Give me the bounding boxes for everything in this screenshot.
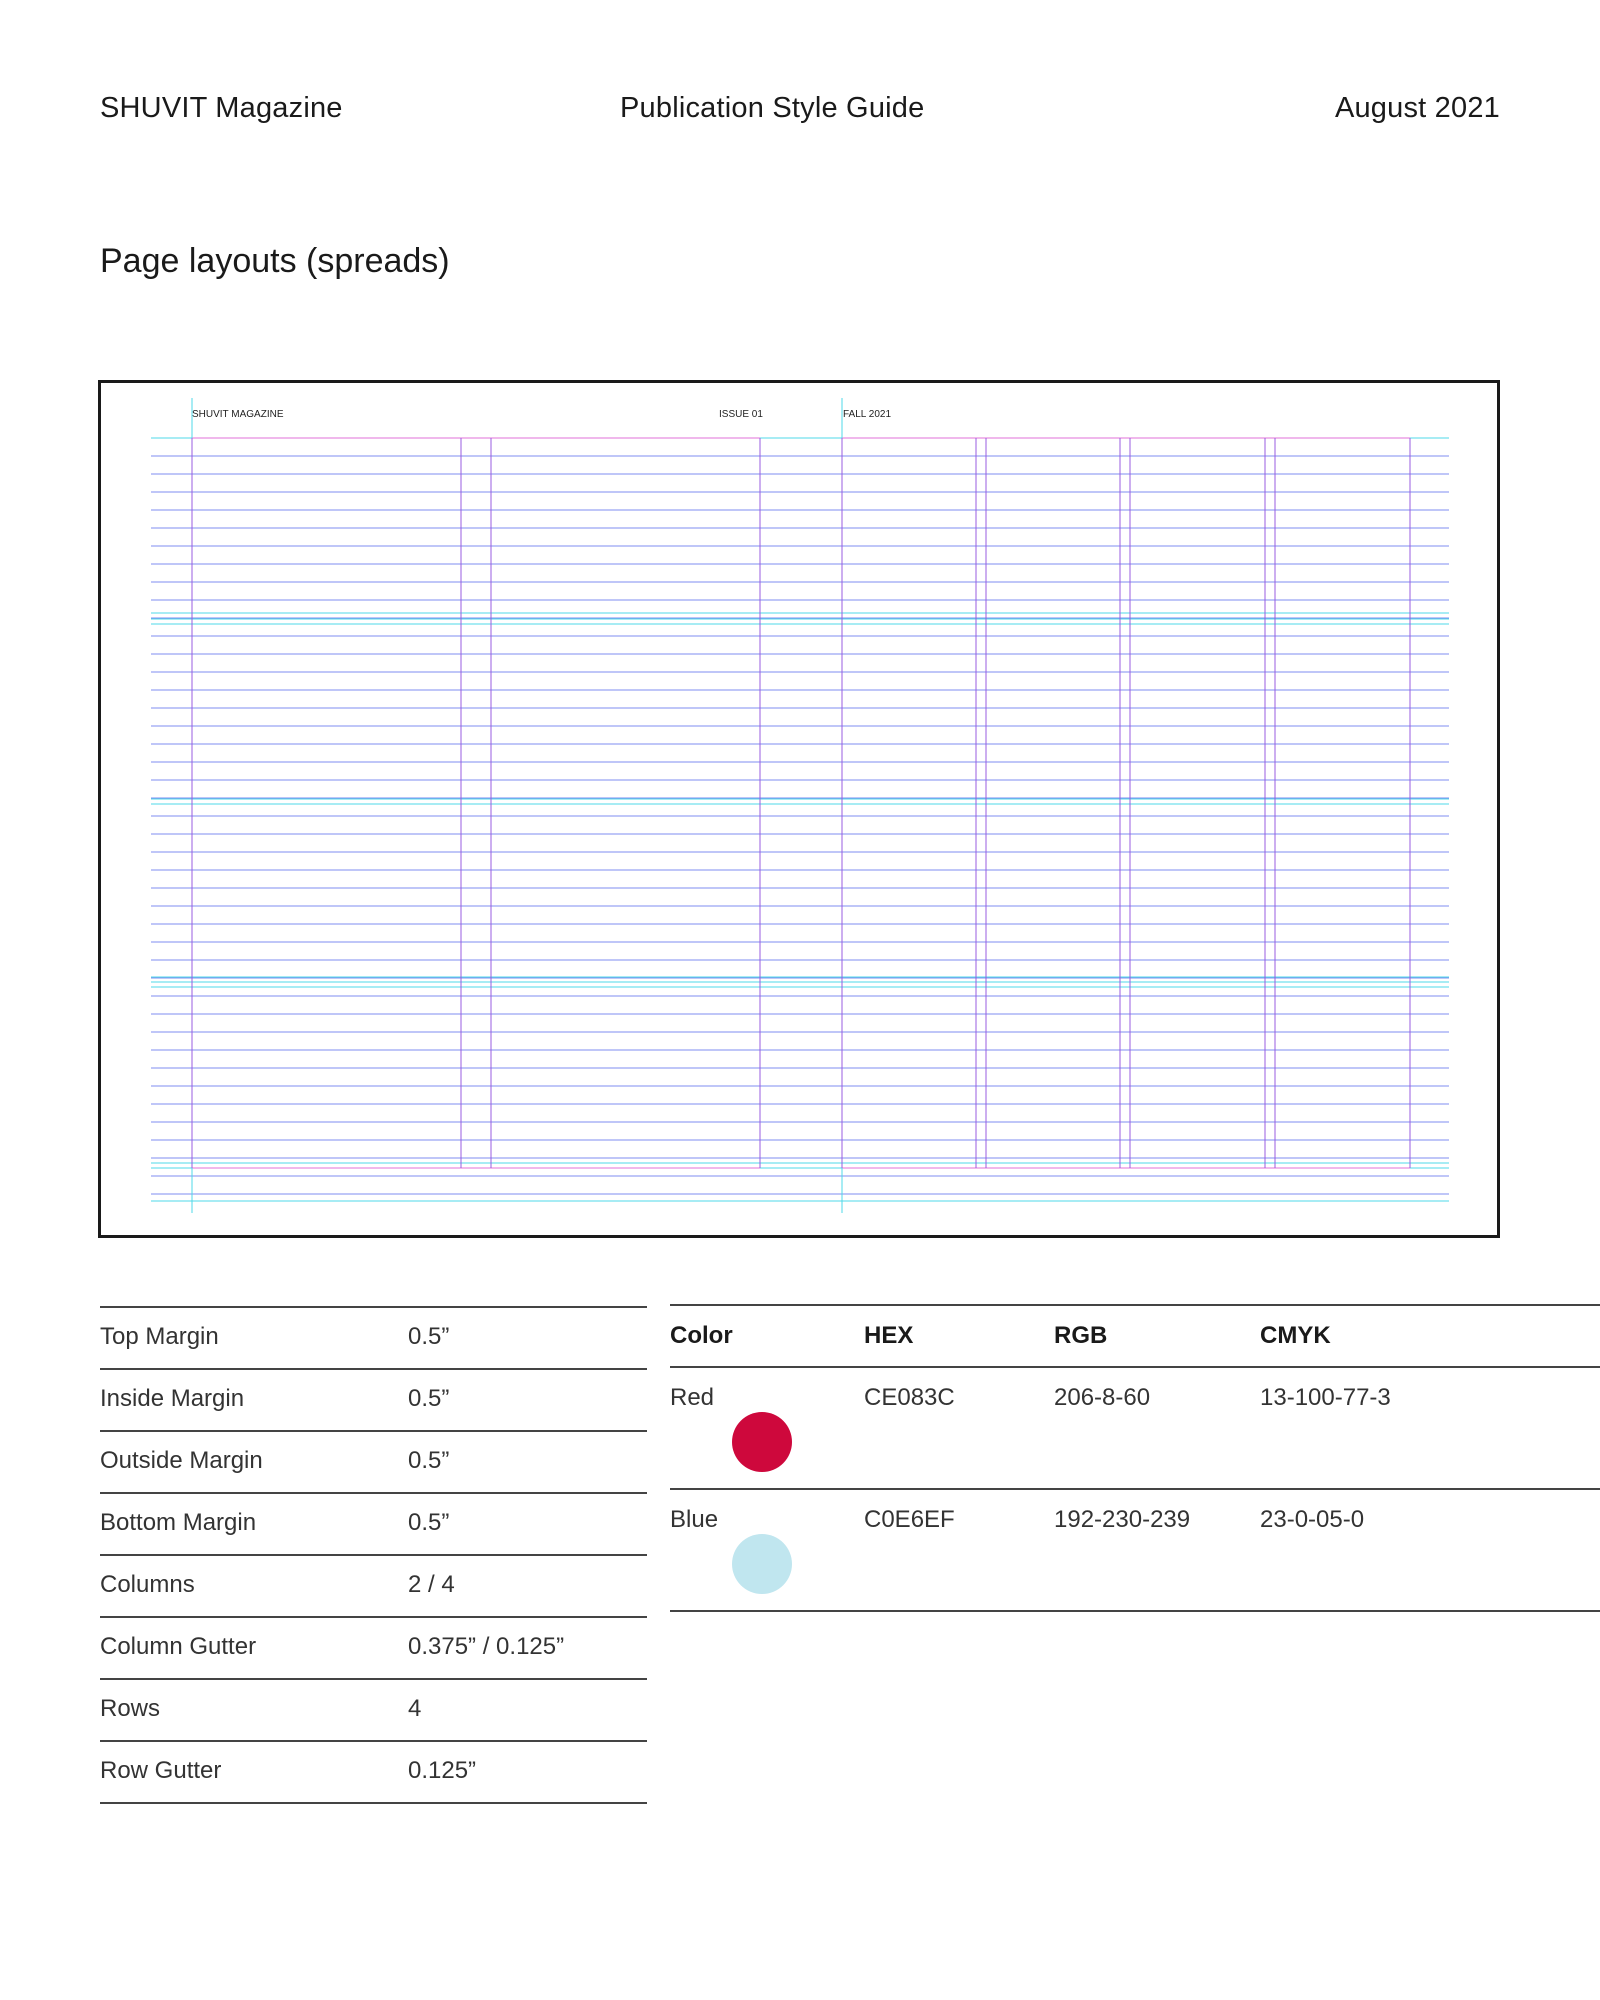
color-table-header: Color HEX RGB CMYK — [670, 1304, 1600, 1368]
header-publication-name: SHUVIT Magazine — [100, 92, 343, 124]
spec-value: 0.5” — [408, 1323, 450, 1350]
spec-value: 0.125” — [408, 1757, 477, 1784]
spec-value: 0.5” — [408, 1447, 450, 1474]
color-swatch — [732, 1534, 792, 1594]
spread-layout-diagram: SHUVIT MAGAZINE ISSUE 01 FALL 2021 — [98, 380, 1500, 1238]
spec-row: Column Gutter 0.375” / 0.125” — [100, 1616, 647, 1678]
running-head-issue: ISSUE 01 — [719, 409, 763, 420]
color-cmyk: 23-0-05-0 — [1260, 1506, 1365, 1533]
layout-grid: SHUVIT MAGAZINE ISSUE 01 FALL 2021 — [151, 398, 1449, 1213]
color-row-blue: Blue C0E6EF 192-230-239 23-0-05-0 — [670, 1490, 1600, 1612]
spec-label: Columns — [100, 1571, 195, 1598]
spec-value: 0.375” / 0.125” — [408, 1633, 565, 1660]
running-head-left: SHUVIT MAGAZINE — [192, 409, 284, 420]
spec-label: Top Margin — [100, 1323, 219, 1350]
spec-row: Outside Margin 0.5” — [100, 1430, 647, 1492]
rgb-column-header: RGB — [1054, 1322, 1108, 1349]
spec-row: Row Gutter 0.125” — [100, 1740, 647, 1804]
color-palette-table: Color HEX RGB CMYK Red CE083C 206-8-60 13-1… — [670, 1304, 1600, 1612]
baseline-grid — [151, 437, 1449, 1202]
color-rgb: 206-8-60 — [1054, 1384, 1151, 1411]
spec-value: 0.5” — [408, 1385, 450, 1412]
cmyk-column-header: CMYK — [1260, 1322, 1331, 1349]
page-title: Page layouts (spreads) — [100, 242, 450, 280]
color-hex: C0E6EF — [864, 1506, 955, 1533]
color-swatch — [732, 1412, 792, 1472]
color-hex: CE083C — [864, 1384, 955, 1411]
color-name: Blue — [670, 1506, 719, 1533]
column-guides — [191, 398, 1411, 1213]
spec-label: Inside Margin — [100, 1385, 245, 1412]
spec-value: 4 — [408, 1695, 422, 1722]
spec-row: Bottom Margin 0.5” — [100, 1492, 647, 1554]
spec-value: 0.5” — [408, 1509, 450, 1536]
color-column-header: Color — [670, 1322, 733, 1349]
spec-label: Column Gutter — [100, 1633, 257, 1660]
running-head-right: FALL 2021 — [843, 409, 891, 420]
spec-label: Rows — [100, 1695, 161, 1722]
color-row-red: Red CE083C 206-8-60 13-100-77-3 — [670, 1368, 1600, 1490]
spec-value: 2 / 4 — [408, 1571, 455, 1598]
color-cmyk: 13-100-77-3 — [1260, 1384, 1391, 1411]
spec-row: Rows 4 — [100, 1678, 647, 1740]
color-name: Red — [670, 1384, 715, 1411]
spec-row: Top Margin 0.5” — [100, 1306, 647, 1368]
spec-row: Columns 2 / 4 — [100, 1554, 647, 1616]
spec-label: Row Gutter — [100, 1757, 222, 1784]
header-document-title: Publication Style Guide — [620, 92, 925, 124]
spec-label: Outside Margin — [100, 1447, 263, 1474]
spec-row: Inside Margin 0.5” — [100, 1368, 647, 1430]
hex-column-header: HEX — [864, 1322, 914, 1349]
color-rgb: 192-230-239 — [1054, 1506, 1191, 1533]
spec-label: Bottom Margin — [100, 1509, 257, 1536]
header-date: August 2021 — [1334, 92, 1500, 124]
layout-specs-table: Top Margin 0.5” Inside Margin 0.5” Outside M… — [100, 1306, 647, 1804]
